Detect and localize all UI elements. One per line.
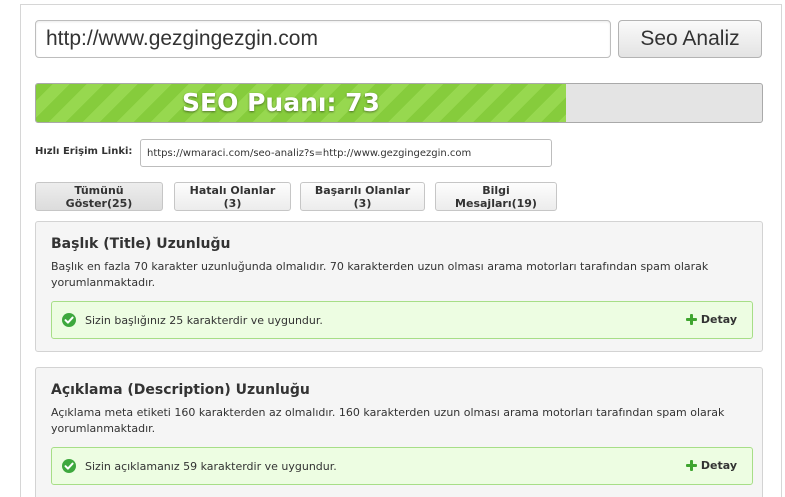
seo-analyze-button[interactable]: Seo Analiz	[618, 20, 762, 58]
seo-score-label: SEO Puanı: 73	[182, 88, 380, 117]
seo-score-bar: SEO Puanı: 73	[35, 83, 763, 123]
check-circle-icon	[62, 459, 76, 473]
quick-access-link-input[interactable]	[140, 139, 552, 167]
card-title: Açıklama (Description) Uzunluğu	[51, 382, 310, 398]
filter-show-all-button[interactable]: Tümünü Göster(25)	[35, 182, 163, 211]
detail-label: Detay	[700, 459, 737, 472]
check-card-description-length: Açıklama (Description) Uzunluğu Açıklama…	[35, 367, 763, 497]
filter-info-button[interactable]: Bilgi Mesajları(19)	[435, 182, 557, 211]
card-description: Açıklama meta etiketi 160 karakterden az…	[51, 406, 725, 435]
filter-success-button[interactable]: Başarılı Olanlar (3)	[300, 182, 425, 211]
plus-icon	[685, 314, 697, 325]
result-text: Sizin başlığınız 25 karakterdir ve uygun…	[85, 314, 323, 327]
success-result: Sizin başlığınız 25 karakterdir ve uygun…	[51, 301, 753, 339]
detail-button[interactable]: Detay	[685, 459, 737, 472]
plus-icon	[685, 460, 697, 471]
check-circle-icon	[62, 313, 76, 327]
success-result: Sizin açıklamanız 59 karakterdir ve uygu…	[51, 447, 753, 485]
result-text: Sizin açıklamanız 59 karakterdir ve uygu…	[85, 460, 337, 473]
quick-access-label: Hızlı Erişim Linki:	[35, 146, 133, 157]
card-description: Başlık en fazla 70 karakter uzunluğunda …	[51, 260, 709, 289]
detail-label: Detay	[700, 313, 737, 326]
card-title: Başlık (Title) Uzunluğu	[51, 236, 231, 252]
filter-errors-button[interactable]: Hatalı Olanlar (3)	[174, 182, 291, 211]
detail-button[interactable]: Detay	[685, 313, 737, 326]
check-card-title-length: Başlık (Title) Uzunluğu Başlık en fazla …	[35, 221, 763, 352]
url-input[interactable]	[35, 20, 611, 58]
